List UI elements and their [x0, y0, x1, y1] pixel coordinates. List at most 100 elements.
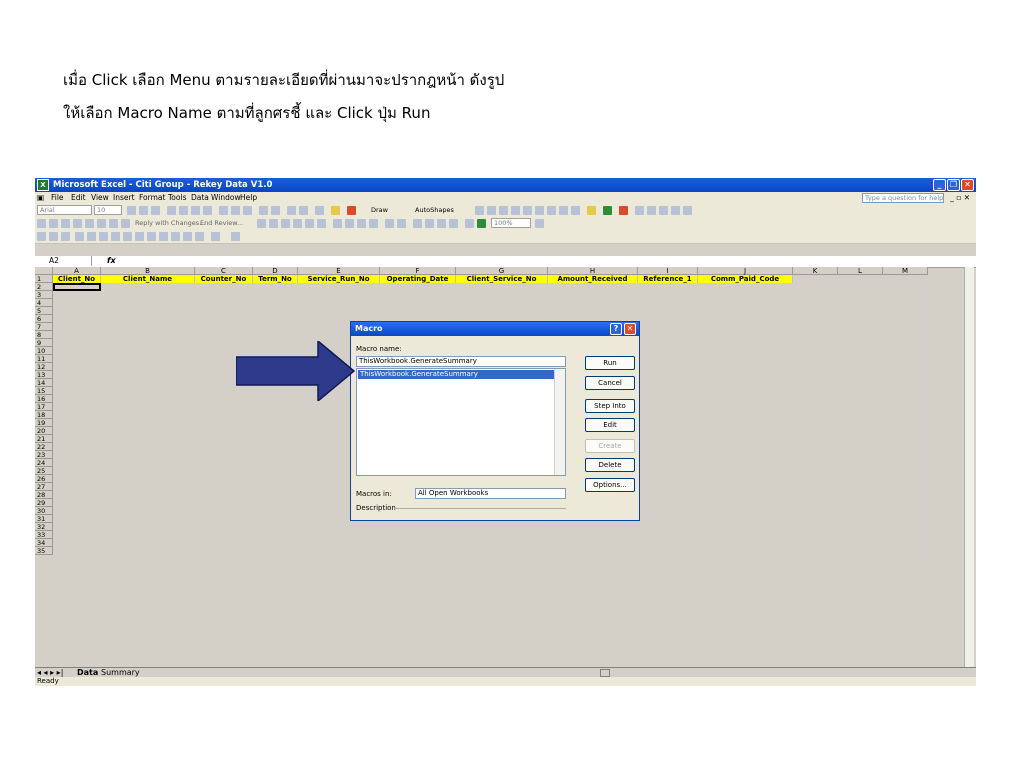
fill-color-icon[interactable]	[331, 206, 340, 215]
italic-icon[interactable]	[139, 206, 148, 215]
button-icon[interactable]	[99, 232, 108, 241]
textbox-icon[interactable]	[523, 206, 532, 215]
step-into-button[interactable]: Step Into	[585, 399, 635, 413]
underline-icon[interactable]	[151, 206, 160, 215]
row-header[interactable]: 16	[35, 395, 53, 403]
menu-view[interactable]: View	[91, 193, 109, 202]
spinner-icon[interactable]	[159, 232, 168, 241]
column-header-11[interactable]: L	[838, 267, 883, 275]
listbox-icon[interactable]	[123, 232, 132, 241]
row-header[interactable]: 26	[35, 475, 53, 483]
workbook-menu-icon[interactable]: ▣	[37, 193, 44, 202]
macro-list-scrollbar[interactable]	[554, 369, 565, 475]
combobox-icon[interactable]	[135, 232, 144, 241]
format-painter-icon[interactable]	[369, 219, 378, 228]
picture-icon[interactable]	[571, 206, 580, 215]
increase-indent-icon[interactable]	[299, 206, 308, 215]
row-header[interactable]: 4	[35, 299, 53, 307]
draw-fill-color-icon[interactable]	[587, 206, 596, 215]
chart-wizard-icon[interactable]	[465, 219, 474, 228]
spelling-icon[interactable]	[317, 219, 326, 228]
increase-decimal-icon[interactable]	[259, 206, 268, 215]
column-header-8[interactable]: I	[638, 267, 698, 275]
tab-scroll-icon[interactable]: ◂ ◂ ▸ ▸|	[37, 668, 63, 677]
end-review-button[interactable]: End Review...	[200, 219, 243, 227]
print-icon[interactable]	[109, 219, 118, 228]
row-header[interactable]: 15	[35, 387, 53, 395]
arrow-style-icon[interactable]	[659, 206, 668, 215]
tab-summary[interactable]: Summary	[101, 668, 140, 677]
select-all-corner[interactable]	[35, 267, 53, 275]
line-icon[interactable]	[475, 206, 484, 215]
workbook-controls-icon[interactable]: _ ▫ ✕	[950, 193, 970, 202]
row-header[interactable]: 35	[35, 547, 53, 555]
permission-icon[interactable]	[73, 219, 82, 228]
merge-icon[interactable]	[203, 206, 212, 215]
visual-basic-icon[interactable]	[231, 232, 240, 241]
column-header-2[interactable]: C	[195, 267, 253, 275]
run-button[interactable]: Run	[585, 356, 635, 370]
chart-icon[interactable]	[37, 232, 46, 241]
row-header[interactable]: 1	[35, 275, 53, 283]
research-icon[interactable]	[293, 219, 302, 228]
zoom-combo[interactable]: 100%	[491, 218, 531, 228]
font-size-combo[interactable]: 10	[94, 205, 122, 215]
edit-button[interactable]: Edit	[585, 418, 635, 432]
menu-window[interactable]: Window	[211, 193, 241, 202]
macro-name-input[interactable]: ThisWorkbook.GenerateSummary	[356, 356, 566, 367]
diagram-icon[interactable]	[547, 206, 556, 215]
checkbox-icon[interactable]	[75, 232, 84, 241]
row-header[interactable]: 10	[35, 347, 53, 355]
row-header[interactable]: 33	[35, 531, 53, 539]
create-button[interactable]: Create	[585, 439, 635, 453]
help-icon[interactable]	[535, 219, 544, 228]
row-header[interactable]: 19	[35, 419, 53, 427]
row-header[interactable]: 7	[35, 323, 53, 331]
menu-data[interactable]: Data	[191, 193, 209, 202]
autoshapes-menu[interactable]: AutoShapes	[415, 206, 454, 214]
row-header[interactable]: 30	[35, 507, 53, 515]
row-header[interactable]: 11	[35, 355, 53, 363]
rectangle-icon[interactable]	[499, 206, 508, 215]
row-header[interactable]: 17	[35, 403, 53, 411]
macro-list-item[interactable]: ThisWorkbook.GenerateSummary	[358, 370, 554, 379]
cancel-button[interactable]: Cancel	[585, 376, 635, 390]
line-style-icon[interactable]	[635, 206, 644, 215]
decrease-indent-icon[interactable]	[287, 206, 296, 215]
comma-icon[interactable]	[243, 206, 252, 215]
tab-data[interactable]: Data	[77, 668, 98, 677]
restore-icon[interactable]: ❐	[947, 179, 960, 191]
search-icon[interactable]	[97, 219, 106, 228]
reply-with-changes-button[interactable]: Reply with Changes...	[135, 219, 205, 227]
print-preview-icon[interactable]	[121, 219, 130, 228]
clipart-icon[interactable]	[559, 206, 568, 215]
paste-icon[interactable]	[357, 219, 366, 228]
row-header[interactable]: 20	[35, 427, 53, 435]
row-header[interactable]: 21	[35, 435, 53, 443]
print-preview-2-icon[interactable]	[305, 219, 314, 228]
row-header[interactable]: 8	[35, 331, 53, 339]
hyperlink-icon[interactable]	[413, 219, 422, 228]
row-header[interactable]: 6	[35, 315, 53, 323]
control-icon[interactable]	[87, 232, 96, 241]
help-question-box[interactable]: Type a question for help	[862, 193, 944, 203]
wordart-icon[interactable]	[535, 206, 544, 215]
menu-file[interactable]: File	[51, 193, 64, 202]
properties-icon[interactable]	[195, 232, 204, 241]
align-center-icon[interactable]	[179, 206, 188, 215]
sort-descending-icon[interactable]	[449, 219, 458, 228]
options-button[interactable]: Options...	[585, 478, 635, 492]
active-cell-a2[interactable]	[53, 283, 101, 291]
row-header[interactable]: 5	[35, 307, 53, 315]
groupbox-icon[interactable]	[183, 232, 192, 241]
tools-icon[interactable]	[211, 232, 220, 241]
bold-icon[interactable]	[127, 206, 136, 215]
row-header[interactable]: 32	[35, 523, 53, 531]
horizontal-scroll-left[interactable]	[600, 669, 610, 677]
dialog-title[interactable]: Macro	[351, 322, 639, 336]
row-header[interactable]: 12	[35, 363, 53, 371]
header-cell[interactable]: Amount_Received	[548, 275, 638, 283]
name-box[interactable]: A2	[37, 256, 92, 266]
menu-help[interactable]: Help	[240, 193, 257, 202]
scrollbar-icon[interactable]	[147, 232, 156, 241]
